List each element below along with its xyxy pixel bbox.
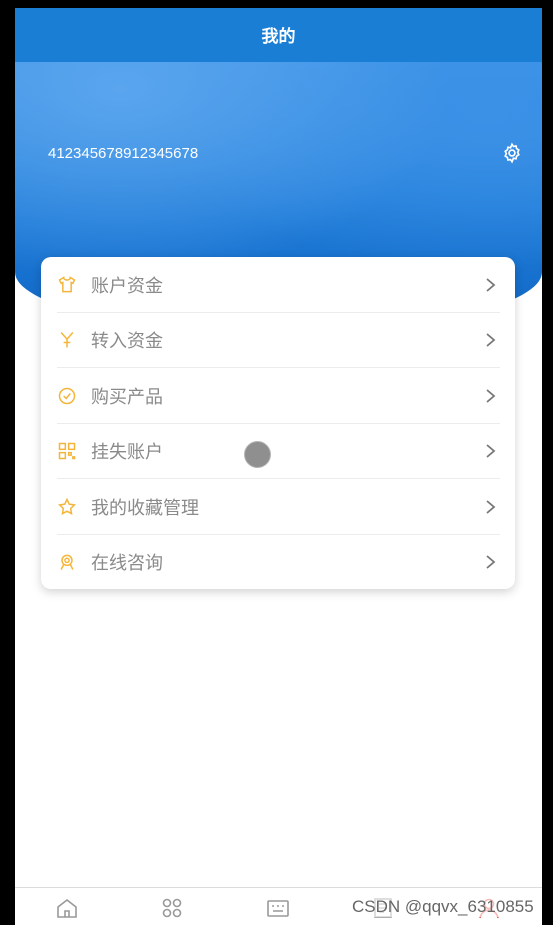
app-screen: 我的 412345678912345678 账户资金 转入资金 购买产品 挂失账… (15, 8, 542, 925)
star-icon (57, 497, 77, 517)
transfer-in-icon (57, 330, 77, 350)
account-id-text: 412345678912345678 (48, 145, 199, 162)
menu-item-favorites[interactable]: 我的收藏管理 (57, 479, 500, 535)
menu-item-buy-products[interactable]: 购买产品 (57, 368, 500, 424)
chevron-right-icon (482, 498, 500, 516)
settings-gear-icon[interactable] (501, 142, 523, 164)
chevron-right-icon (482, 442, 500, 460)
menu-item-online-consult[interactable]: 在线咨询 (57, 534, 500, 589)
tab-home-icon[interactable] (55, 896, 79, 920)
menu-item-label: 购买产品 (91, 386, 163, 407)
chevron-right-icon (482, 331, 500, 349)
menu-item-label: 我的收藏管理 (91, 497, 199, 518)
support-agent-icon (57, 552, 77, 572)
chevron-right-icon (482, 553, 500, 571)
tab-apps-icon[interactable] (160, 896, 184, 920)
menu-item-label: 账户资金 (91, 275, 163, 296)
chevron-right-icon (482, 387, 500, 405)
menu-card: 账户资金 转入资金 购买产品 挂失账户 我的收藏管理 在线咨询 (41, 257, 515, 589)
shirt-icon (57, 275, 77, 295)
menu-item-label: 转入资金 (91, 330, 163, 351)
menu-item-report-loss[interactable]: 挂失账户 (57, 423, 500, 479)
chevron-right-icon (482, 276, 500, 294)
menu-item-account-funds[interactable]: 账户资金 (57, 257, 500, 313)
touch-indicator (244, 441, 271, 468)
clock-check-icon (57, 386, 77, 406)
menu-item-label: 挂失账户 (91, 441, 163, 462)
grid-qr-icon (57, 441, 77, 461)
watermark-text: CSDN @qqvx_6310855 (352, 897, 534, 917)
menu-item-transfer-in[interactable]: 转入资金 (57, 312, 500, 368)
tab-keyboard-icon[interactable] (266, 896, 290, 920)
nav-bar: 我的 (15, 8, 542, 62)
page-title: 我的 (261, 27, 296, 46)
menu-item-label: 在线咨询 (91, 552, 163, 573)
